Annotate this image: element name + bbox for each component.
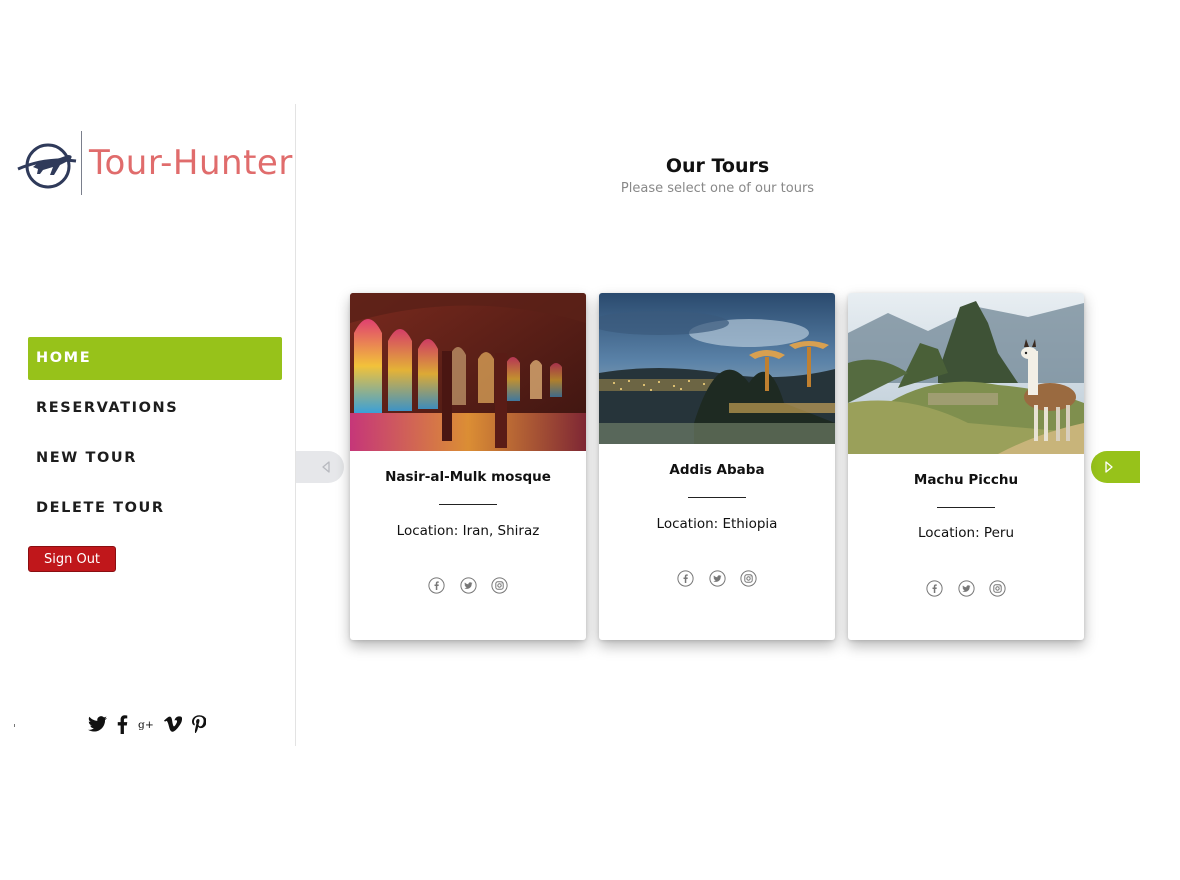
tour-image-mountain-llama: [848, 293, 1084, 454]
svg-text:g+: g+: [138, 718, 154, 731]
tour-location: Location: Peru: [917, 525, 1014, 541]
tour-location: Location: Iran, Shiraz: [396, 523, 540, 539]
carousel-next-button[interactable]: [1091, 451, 1140, 483]
carousel-prev-button[interactable]: [296, 451, 344, 483]
tour-card[interactable]: Addis Ababa Location: Ethiopia: [599, 293, 835, 640]
facebook-icon[interactable]: [428, 577, 445, 594]
twitter-icon[interactable]: [459, 577, 477, 594]
page-title: Our Tours: [665, 155, 770, 177]
tour-card[interactable]: Nasir-al-Mulk mosque Location: Iran, Shi…: [350, 293, 586, 640]
twitter-icon[interactable]: [88, 716, 107, 732]
divider: [439, 504, 497, 505]
google-plus-icon[interactable]: g+: [138, 717, 154, 731]
tour-image-city-night: [599, 293, 835, 444]
social-links: g+: [88, 712, 206, 736]
logo[interactable]: Tour-Hunter: [16, 131, 292, 197]
chevron-right-icon: [1105, 461, 1113, 473]
brand-name: Tour-Hunter: [89, 143, 293, 183]
twitter-icon[interactable]: [957, 580, 975, 597]
nav-item-reservations[interactable]: RESERVATIONS: [28, 387, 282, 430]
main-nav: HOME RESERVATIONS NEW TOUR DELETE TOUR: [28, 337, 282, 537]
sidebar: Tour-Hunter HOME RESERVATIONS NEW TOUR D…: [0, 104, 296, 746]
nav-item-home[interactable]: HOME: [28, 337, 282, 380]
nav-item-delete-tour[interactable]: DELETE TOUR: [28, 487, 282, 530]
divider-mark: [14, 724, 15, 727]
facebook-icon[interactable]: [677, 570, 694, 587]
chevron-left-icon: [322, 461, 330, 473]
twitter-icon[interactable]: [708, 570, 726, 587]
instagram-icon[interactable]: [491, 577, 508, 594]
tour-title: Nasir-al-Mulk mosque: [385, 469, 551, 485]
tour-location: Location: Ethiopia: [656, 516, 778, 532]
pinterest-icon[interactable]: [192, 715, 206, 733]
tour-card[interactable]: Machu Picchu Location: Peru: [848, 293, 1084, 640]
tour-title: Machu Picchu: [913, 472, 1019, 488]
card-social-links: [428, 577, 508, 594]
facebook-icon[interactable]: [926, 580, 943, 597]
page-subtitle: Please select one of our tours: [620, 181, 815, 196]
vimeo-icon[interactable]: [164, 716, 182, 732]
facebook-icon[interactable]: [117, 714, 128, 734]
plane-globe-icon: [17, 143, 77, 189]
tour-title: Addis Ababa: [669, 462, 765, 478]
card-social-links: [926, 580, 1006, 597]
logo-divider: [81, 131, 82, 195]
instagram-icon[interactable]: [989, 580, 1006, 597]
card-social-links: [677, 570, 757, 587]
tour-image-mosque: [350, 293, 586, 451]
divider: [688, 497, 746, 498]
instagram-icon[interactable]: [740, 570, 757, 587]
nav-item-new-tour[interactable]: NEW TOUR: [28, 437, 282, 480]
divider: [937, 507, 995, 508]
sign-out-button[interactable]: Sign Out: [28, 546, 116, 572]
